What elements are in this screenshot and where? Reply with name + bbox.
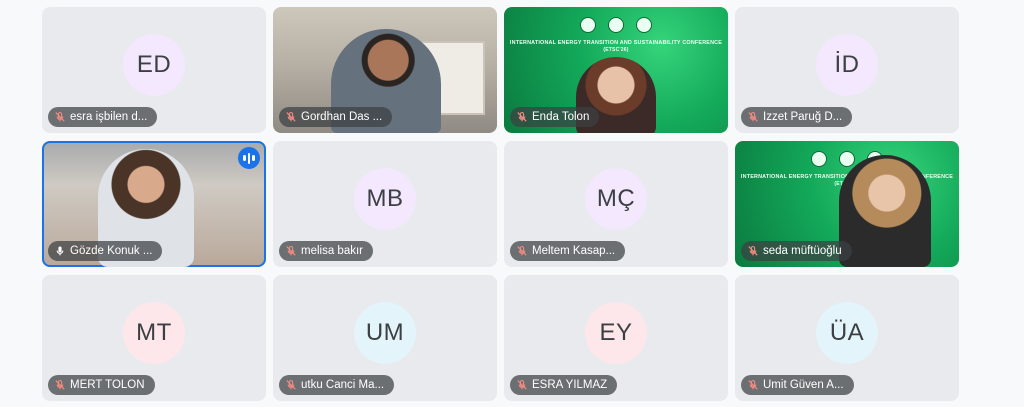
participant-name-label: ESRA YILMAZ: [510, 375, 618, 395]
logo-icon: [636, 17, 652, 33]
participant-name: esra işbilen d...: [70, 111, 148, 123]
mic-off-icon: [747, 379, 759, 391]
participant-tile[interactable]: MÇ Meltem Kasap...: [504, 141, 728, 267]
avatar: EY: [585, 302, 647, 364]
participant-tile[interactable]: INTERNATIONAL ENERGY TRANSITION AND SUST…: [504, 7, 728, 133]
participant-name: İzzet Paruğ D...: [763, 111, 843, 123]
participant-tile[interactable]: Gordhan Das ...: [273, 7, 497, 133]
participant-tile[interactable]: İD İzzet Paruğ D...: [735, 7, 959, 133]
logo-icon: [811, 151, 827, 167]
participant-name: Meltem Kasap...: [532, 245, 616, 257]
logo-icon: [839, 151, 855, 167]
mic-off-icon: [54, 111, 66, 123]
participant-tile[interactable]: Gözde Konuk ...: [42, 141, 266, 267]
participant-name: Gözde Konuk ...: [70, 245, 153, 257]
participant-name-label: MERT TOLON: [48, 375, 155, 395]
conference-subtitle: (ETSC'26): [603, 47, 629, 53]
participant-tile[interactable]: EY ESRA YILMAZ: [504, 275, 728, 401]
conference-logos: [735, 151, 959, 167]
participant-name-label: seda müftüoğlu: [741, 241, 852, 261]
participant-name-label: Ümit Güven A...: [741, 375, 854, 395]
participant-tile[interactable]: MT MERT TOLON: [42, 275, 266, 401]
participant-name-label: İzzet Paruğ D...: [741, 107, 853, 127]
participant-name-label: melisa bakır: [279, 241, 373, 261]
conference-logos: [504, 17, 728, 33]
participant-tile[interactable]: ED esra işbilen d...: [42, 7, 266, 133]
participant-name-label: Gordhan Das ...: [279, 107, 393, 127]
mic-off-icon: [285, 245, 297, 257]
participant-name: ESRA YILMAZ: [532, 379, 608, 391]
participant-name: melisa bakır: [301, 245, 363, 257]
mic-off-icon: [747, 111, 759, 123]
mic-off-icon: [516, 111, 528, 123]
avatar: İD: [816, 34, 878, 96]
participant-tile[interactable]: MB melisa bakır: [273, 141, 497, 267]
participant-name: Ümit Güven A...: [763, 379, 844, 391]
mic-icon: [54, 245, 66, 257]
mic-off-icon: [516, 379, 528, 391]
logo-icon: [608, 17, 624, 33]
speaking-indicator-icon: [238, 147, 260, 169]
mic-off-icon: [516, 245, 528, 257]
participant-tile[interactable]: UM utku Canci Ma...: [273, 275, 497, 401]
mic-off-icon: [747, 245, 759, 257]
participant-name-label: Enda Tolon: [510, 107, 600, 127]
participant-name-label: utku Canci Ma...: [279, 375, 395, 395]
participant-name-label: Gözde Konuk ...: [48, 241, 163, 261]
mic-off-icon: [285, 111, 297, 123]
participant-tile[interactable]: INTERNATIONAL ENERGY TRANSITION AND SUST…: [735, 141, 959, 267]
avatar: MT: [123, 302, 185, 364]
participant-tile[interactable]: ÜA Ümit Güven A...: [735, 275, 959, 401]
mic-off-icon: [54, 379, 66, 391]
participant-name: seda müftüoğlu: [763, 245, 842, 257]
avatar: ED: [123, 34, 185, 96]
participant-name-label: Meltem Kasap...: [510, 241, 626, 261]
avatar: MB: [354, 168, 416, 230]
participant-name: utku Canci Ma...: [301, 379, 385, 391]
conference-title: INTERNATIONAL ENERGY TRANSITION AND SUST…: [509, 40, 723, 46]
avatar: ÜA: [816, 302, 878, 364]
avatar: MÇ: [585, 168, 647, 230]
logo-icon: [580, 17, 596, 33]
mic-off-icon: [285, 379, 297, 391]
participant-name: MERT TOLON: [70, 379, 145, 391]
participant-name: Gordhan Das ...: [301, 111, 383, 123]
avatar: UM: [354, 302, 416, 364]
participant-grid: ED esra işbilen d... Gordhan Das ... INTERN…: [42, 7, 959, 401]
person-silhouette: [839, 155, 931, 267]
participant-name-label: esra işbilen d...: [48, 107, 158, 127]
participant-name: Enda Tolon: [532, 111, 590, 123]
